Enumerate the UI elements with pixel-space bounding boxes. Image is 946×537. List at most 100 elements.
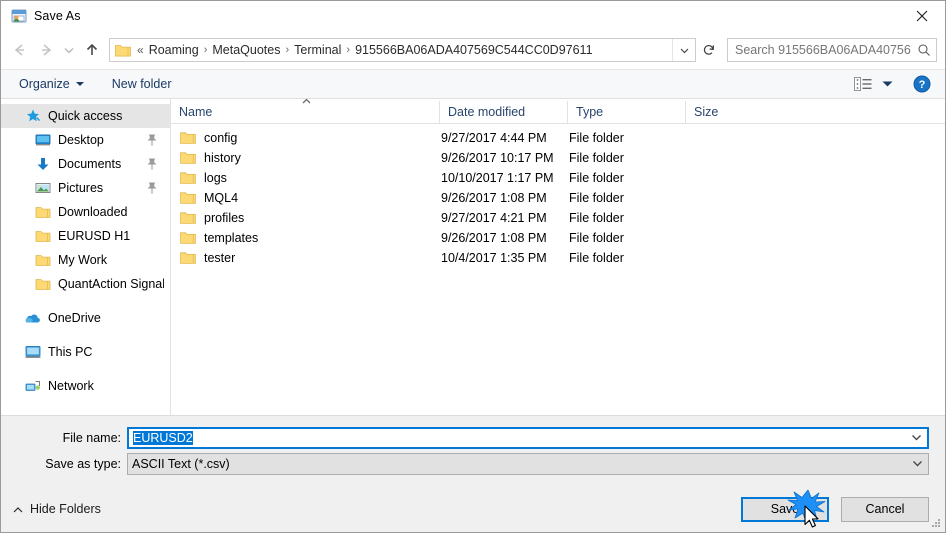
filename-row: File name: EURUSD2 xyxy=(1,426,945,449)
chevron-down-icon[interactable] xyxy=(906,459,928,468)
address-bar[interactable]: « Roaming › MetaQuotes › Terminal › 9155… xyxy=(109,38,696,62)
hide-folders-button[interactable]: Hide Folders xyxy=(13,502,101,516)
pin-icon[interactable] xyxy=(146,157,158,171)
organize-button[interactable]: Organize xyxy=(11,74,92,94)
search-input[interactable]: Search 915566BA06ADA40756… xyxy=(727,38,937,62)
filename-selected-text: EURUSD2 xyxy=(133,430,193,445)
table-row[interactable]: tester 10/4/2017 1:35 PM File folder xyxy=(171,248,945,268)
view-layout-icon[interactable] xyxy=(850,75,876,93)
chevron-down-icon[interactable] xyxy=(905,433,927,442)
sidebar-item-my-work[interactable]: My Work xyxy=(1,248,170,272)
sidebar-item-documents[interactable]: Documents xyxy=(1,152,170,176)
cancel-button[interactable]: Cancel xyxy=(841,496,929,522)
file-rows: config 9/27/2017 4:44 PM File folder his… xyxy=(171,124,945,415)
folder-icon xyxy=(180,131,196,145)
sidebar-item-quick-access[interactable]: Quick access xyxy=(1,104,170,128)
file-name-cell: profiles xyxy=(171,211,439,225)
folder-icon xyxy=(180,191,196,205)
dialog-footer: File name: EURUSD2 Save as type: ASCII T… xyxy=(1,415,945,532)
filename-label: File name: xyxy=(62,430,121,445)
breadcrumb-overflow[interactable]: « xyxy=(135,43,146,57)
close-icon[interactable] xyxy=(899,1,945,31)
file-name-cell: templates xyxy=(171,231,439,245)
column-header-label: Date modified xyxy=(448,105,526,119)
title-bar: Save As xyxy=(1,1,945,31)
new-folder-button[interactable]: New folder xyxy=(104,74,180,94)
file-name-label: config xyxy=(204,131,238,145)
column-header-name[interactable]: Name xyxy=(171,98,439,123)
window-title: Save As xyxy=(34,9,81,23)
sidebar-item-label: Documents xyxy=(58,157,122,171)
folder-icon xyxy=(35,204,51,220)
search-placeholder: Search 915566BA06ADA40756… xyxy=(735,43,912,57)
navigation-pane: Quick access Desktop Documents Pictures … xyxy=(1,99,171,415)
sidebar-item-desktop[interactable]: Desktop xyxy=(1,128,170,152)
breadcrumb-item-1[interactable]: MetaQuotes xyxy=(209,43,283,57)
refresh-icon[interactable] xyxy=(697,38,721,62)
sidebar-item-pictures[interactable]: Pictures xyxy=(1,176,170,200)
column-header-type[interactable]: Type xyxy=(567,101,685,123)
save-as-icon xyxy=(11,8,27,24)
file-date-cell: 9/27/2017 4:21 PM xyxy=(441,211,547,225)
file-type-cell: File folder xyxy=(569,151,624,165)
save-button[interactable]: Save xyxy=(741,496,829,522)
folder-icon xyxy=(35,276,51,292)
pin-icon[interactable] xyxy=(146,133,158,147)
sidebar-item-downloaded[interactable]: Downloaded xyxy=(1,200,170,224)
file-type-cell: File folder xyxy=(569,131,624,145)
sidebar-item-eurusd-h1[interactable]: EURUSD H1 xyxy=(1,224,170,248)
sidebar-item-label: Desktop xyxy=(58,133,104,147)
onedrive-cloud-icon xyxy=(25,310,41,326)
folder-icon xyxy=(35,252,51,268)
filename-value: EURUSD2 xyxy=(129,430,905,445)
column-headers: Name Date modified Type Size xyxy=(171,98,945,124)
svg-text:?: ? xyxy=(919,79,926,91)
sidebar-item-network[interactable]: Network xyxy=(1,374,170,398)
breadcrumb-item-0[interactable]: Roaming xyxy=(146,43,202,57)
table-row[interactable]: logs 10/10/2017 1:17 PM File folder xyxy=(171,168,945,188)
folder-icon xyxy=(115,43,131,57)
view-dropdown-chevron-icon[interactable] xyxy=(878,78,897,90)
filetype-row: Save as type: ASCII Text (*.csv) xyxy=(1,452,945,475)
file-name-label: logs xyxy=(204,171,227,185)
breadcrumb-item-3[interactable]: 915566BA06ADA407569C544CC0D97611 xyxy=(352,43,595,57)
table-row[interactable]: history 9/26/2017 10:17 PM File folder xyxy=(171,148,945,168)
resize-grip-icon[interactable] xyxy=(929,516,942,529)
recent-locations-chevron-icon[interactable] xyxy=(59,37,79,63)
chevron-up-icon xyxy=(13,504,23,514)
breadcrumb-item-2[interactable]: Terminal xyxy=(291,43,344,57)
table-row[interactable]: templates 9/26/2017 1:08 PM File folder xyxy=(171,228,945,248)
chevron-down-icon[interactable] xyxy=(672,39,695,61)
sidebar-item-label: Downloaded xyxy=(58,205,128,219)
sidebar-item-this-pc[interactable]: This PC xyxy=(1,340,170,364)
file-name-label: templates xyxy=(204,231,259,245)
breadcrumb-separator: › xyxy=(285,44,290,56)
sidebar-item-label: EURUSD H1 xyxy=(58,229,131,243)
file-name-cell: MQL4 xyxy=(171,191,439,205)
column-header-size[interactable]: Size xyxy=(685,101,765,123)
table-row[interactable]: MQL4 9/26/2017 1:08 PM File folder xyxy=(171,188,945,208)
filetype-select[interactable]: ASCII Text (*.csv) xyxy=(127,452,929,475)
save-button-label: Save xyxy=(770,502,800,516)
column-header-date-modified[interactable]: Date modified xyxy=(439,101,567,123)
file-name-cell: config xyxy=(171,131,439,145)
file-name-label: profiles xyxy=(204,211,245,225)
up-arrow-icon[interactable] xyxy=(79,37,105,63)
forward-arrow-icon[interactable] xyxy=(33,37,59,63)
help-icon[interactable]: ? xyxy=(913,75,931,93)
filename-input[interactable]: EURUSD2 xyxy=(127,426,929,449)
sidebar-item-quantaction-signal[interactable]: QuantAction Signal xyxy=(1,272,170,296)
back-arrow-icon[interactable] xyxy=(7,37,33,63)
sidebar-item-onedrive[interactable]: OneDrive xyxy=(1,306,170,330)
folder-icon xyxy=(180,151,196,165)
table-row[interactable]: profiles 9/27/2017 4:21 PM File folder xyxy=(171,208,945,228)
table-row[interactable]: config 9/27/2017 4:44 PM File folder xyxy=(171,128,945,148)
pin-icon[interactable] xyxy=(146,181,158,195)
sidebar-item-label: Pictures xyxy=(58,181,104,195)
sidebar-item-label: My Work xyxy=(58,253,108,267)
dialog-actions: Hide Folders Save Cancel xyxy=(1,486,945,532)
toolbar-right-group: ? xyxy=(850,75,935,93)
